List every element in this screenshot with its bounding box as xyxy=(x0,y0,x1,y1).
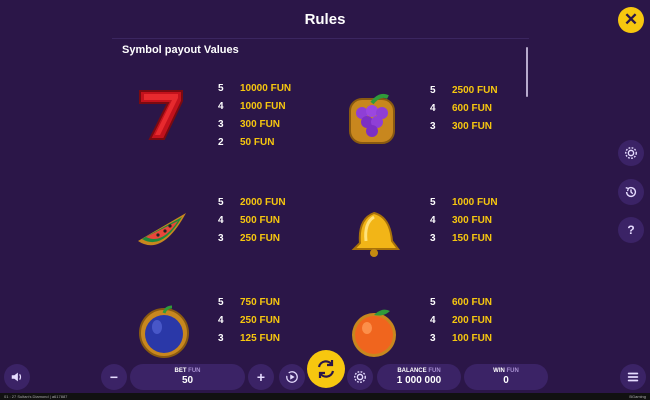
spin-icon xyxy=(317,360,335,378)
decrease-bet-button[interactable]: − xyxy=(101,364,127,390)
history-button[interactable] xyxy=(618,179,644,205)
help-icon: ? xyxy=(627,223,635,237)
section-title: Symbol payout Values xyxy=(122,44,239,56)
page-title: Rules xyxy=(304,11,346,28)
symbol-seven: 5 10000 FUN 4 1000 FUN 3 300 FUN 2 50 FUN xyxy=(122,77,322,157)
provider-logo: BGaming xyxy=(629,394,646,399)
history-icon xyxy=(625,186,637,198)
menu-button[interactable] xyxy=(620,364,646,390)
bet-value: 50 xyxy=(181,375,194,386)
bell-icon xyxy=(351,211,400,257)
win-display: WIN FUN 0 xyxy=(464,364,548,390)
watermelon-icon xyxy=(138,213,186,246)
help-button[interactable]: ? xyxy=(618,217,644,243)
plus-icon: + xyxy=(256,369,266,385)
rules-panel[interactable]: Symbol payout Values 5 10000 FUN 4 1000 FU… xyxy=(112,38,529,360)
symbol-watermelon: 5 2000 FUN 4 500 FUN 3 250 FUN xyxy=(122,193,322,273)
symbol-grapes: 5 2500 FUN 4 600 FUN 3 300 FUN xyxy=(332,81,532,161)
spin-button[interactable] xyxy=(307,350,345,388)
autoplay-icon xyxy=(286,371,298,383)
hamburger-icon xyxy=(627,372,639,382)
autoplay-button[interactable] xyxy=(279,364,305,390)
bet-display: BET FUN 50 xyxy=(130,364,245,390)
game-settings-button[interactable] xyxy=(347,364,373,390)
gear-icon xyxy=(625,147,637,159)
balance-value: 1 000 000 xyxy=(396,375,442,386)
speaker-icon xyxy=(11,372,22,382)
plum-icon xyxy=(139,305,189,358)
increase-bet-button[interactable]: + xyxy=(248,364,274,390)
status-strip: 01 : 27 Sultan's Diamond | a617887 BGami… xyxy=(0,393,650,400)
win-value: 0 xyxy=(503,375,509,386)
seven-icon xyxy=(139,90,183,140)
balance-display: BALANCE FUN 1 000 000 xyxy=(377,364,461,390)
gear-icon xyxy=(354,371,366,383)
close-button[interactable]: ✕ xyxy=(618,7,644,33)
symbol-bell: 5 1000 FUN 4 300 FUN 3 150 FUN xyxy=(332,193,532,273)
close-icon: ✕ xyxy=(623,10,639,29)
session-info: 01 : 27 Sultan's Diamond | a617887 xyxy=(4,394,68,399)
settings-button[interactable] xyxy=(618,140,644,166)
grapes-icon xyxy=(349,93,395,144)
orange-icon xyxy=(352,309,396,357)
minus-icon: − xyxy=(109,369,119,385)
sound-button[interactable] xyxy=(4,364,30,390)
